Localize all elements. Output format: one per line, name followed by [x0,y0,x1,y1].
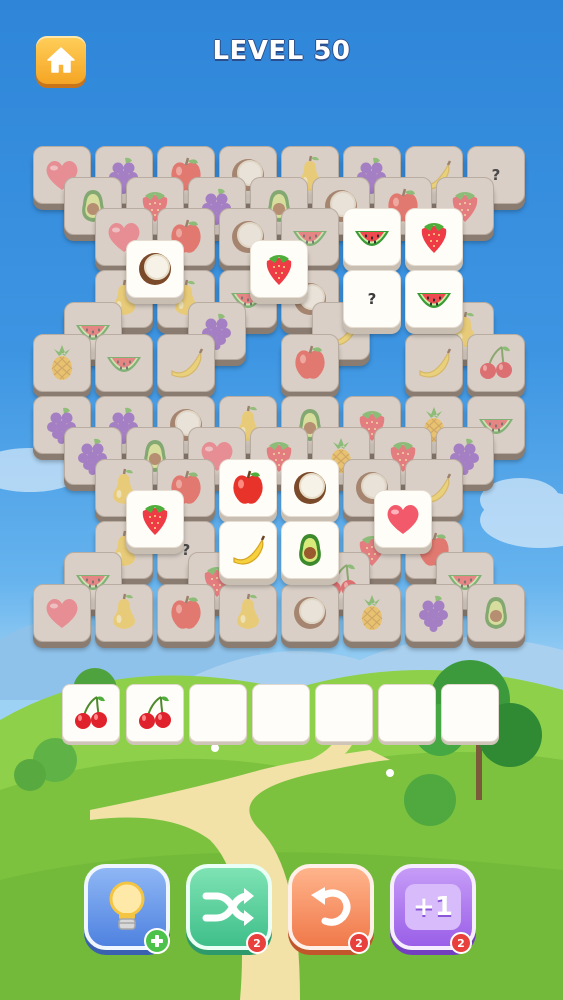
tile-pear [219,584,277,642]
tile-pineapple [33,334,91,392]
tile-apple[interactable] [219,459,277,517]
tile-banana [157,334,215,392]
undo-booster-button[interactable]: 2 [288,864,374,954]
tray-slot-filled [126,684,184,742]
coconut-icon [290,593,330,633]
grapes-icon [414,593,454,633]
tile-watermelon[interactable] [343,208,401,266]
pear-icon [228,593,268,633]
tile-watermelon [95,334,153,392]
coconut-icon [135,249,175,289]
tile-hidden[interactable]: ? [343,270,401,328]
tray-slot-empty [189,684,247,742]
pineapple-icon [42,343,82,383]
tile-strawberry[interactable] [405,208,463,266]
tile-grapes [405,584,463,642]
tile-apple [281,334,339,392]
avocado-icon [476,593,516,633]
tile-strawberry[interactable] [126,490,184,548]
tile-avocado [467,584,525,642]
heart-icon [42,593,82,633]
shuffle-icon [202,888,254,926]
tile-board: ??? [0,0,563,700]
tray-slot-empty [315,684,373,742]
tile-heart [33,584,91,642]
apple-icon [228,468,268,508]
hint-booster-button[interactable] [84,864,170,954]
plus-one-icon: +1 [405,884,461,930]
hidden-tile-label: ? [367,290,377,308]
banana-icon [228,530,268,570]
strawberry-icon [414,217,454,257]
coconut-icon [290,468,330,508]
apple-icon [290,343,330,383]
hint-add-badge[interactable] [144,928,170,954]
pineapple-icon [352,593,392,633]
tile-avocado[interactable] [281,521,339,579]
tile-coconut [281,584,339,642]
tile-banana[interactable] [219,521,277,579]
tile-heart[interactable] [374,490,432,548]
lightbulb-icon [109,881,145,930]
tile-pineapple [343,584,401,642]
strawberry-icon [135,499,175,539]
shuffle-count-badge: 2 [246,932,268,954]
tray-slot-filled [62,684,120,742]
strawberry-icon [259,249,299,289]
watermelon-icon [104,343,144,383]
tray-slot-empty [252,684,310,742]
undo-count-badge: 2 [348,932,370,954]
watermelon-icon [414,279,454,319]
pear-icon [104,593,144,633]
hidden-tile-label: ? [491,166,501,184]
plus-icon [151,935,163,947]
cherry-icon [476,343,516,383]
plus-one-label: +1 [413,892,453,922]
tile-pear [95,584,153,642]
banana-icon [414,343,454,383]
avocado-icon [290,530,330,570]
cherry-icon [135,693,175,733]
shuffle-booster-button[interactable]: 2 [186,864,272,954]
watermelon-icon [352,217,392,257]
extra-slot-count-badge: 2 [450,932,472,954]
heart-icon [383,499,423,539]
cherry-icon [71,693,111,733]
tile-watermelon[interactable] [405,270,463,328]
tile-cherry [467,334,525,392]
tray-slot-empty [441,684,499,742]
tray-slot-empty [378,684,436,742]
tile-banana [405,334,463,392]
tile-apple [157,584,215,642]
apple-icon [166,593,206,633]
tile-coconut[interactable] [126,240,184,298]
extra-slot-booster-button[interactable]: +1 2 [390,864,476,954]
tile-strawberry[interactable] [250,240,308,298]
undo-icon [311,887,351,926]
tile-coconut[interactable] [281,459,339,517]
banana-icon [166,343,206,383]
